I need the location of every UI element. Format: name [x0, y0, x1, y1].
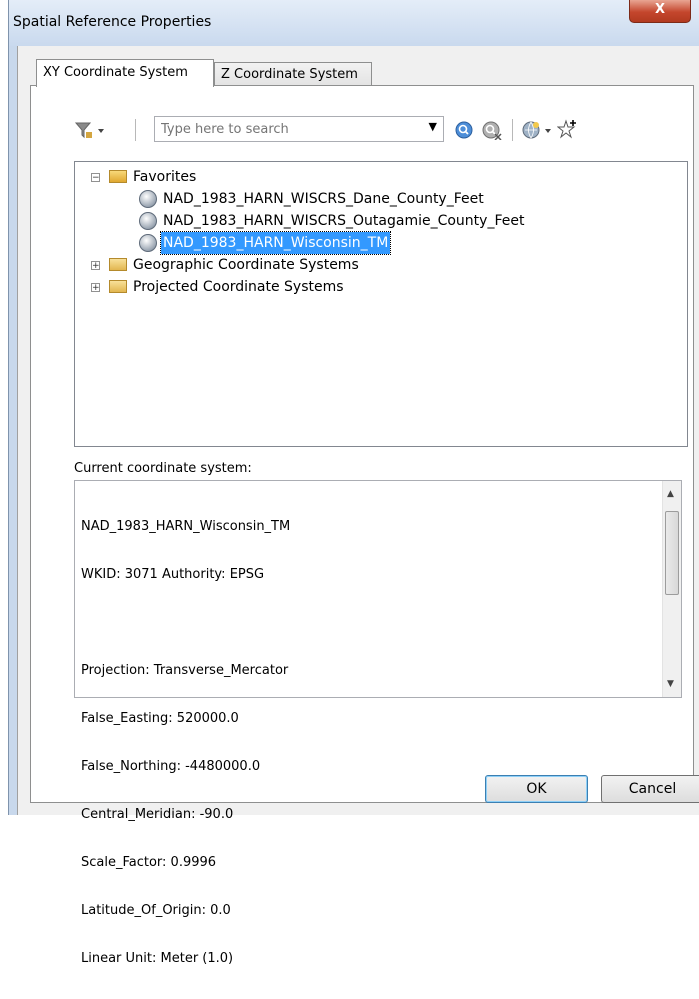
tab-label: Z Coordinate System	[221, 67, 358, 82]
window-title: Spatial Reference Properties	[13, 14, 212, 30]
tree-node-geographic[interactable]: + Geographic Coordinate Systems	[75, 254, 675, 276]
current-coordinate-system-label: Current coordinate system:	[74, 461, 252, 476]
folder-icon	[109, 258, 127, 271]
details-line: False_Northing: -4480000.0	[81, 759, 261, 774]
dialog-client-area: XY Coordinate System Z Coordinate System…	[17, 46, 699, 966]
tree-node-favorite-item[interactable]: NAD_1983_HARN_WISCRS_Outagamie_County_Fe…	[75, 210, 675, 232]
close-icon: X	[654, 2, 666, 17]
tab-label: XY Coordinate System	[43, 65, 188, 80]
scroll-down-icon[interactable]: ▼	[667, 679, 674, 689]
tree-node-favorites[interactable]: − Favorites	[75, 166, 675, 188]
scroll-up-icon[interactable]: ▲	[667, 489, 674, 499]
close-button[interactable]: X	[629, 0, 691, 23]
collapse-icon[interactable]: −	[91, 173, 100, 183]
title-bar[interactable]: Spatial Reference Properties X	[9, 0, 699, 46]
ok-button-label: OK	[526, 781, 547, 797]
details-line	[81, 615, 290, 631]
filter-icon[interactable]	[74, 120, 108, 140]
details-line: Scale_Factor: 0.9996	[81, 855, 217, 870]
coordinate-system-tree[interactable]: − Favorites NAD_1983_HARN_WISCRS_Dane_Co…	[74, 161, 688, 447]
tree-node-label: NAD_1983_HARN_WISCRS_Dane_County_Feet	[163, 191, 484, 207]
globe-icon	[139, 234, 157, 252]
dialog-window: Spatial Reference Properties X XY Coordi…	[8, 0, 699, 966]
tab-xy-coordinate-system[interactable]: XY Coordinate System	[36, 59, 214, 87]
expand-icon[interactable]: +	[91, 283, 100, 293]
search-icon[interactable]	[454, 120, 474, 140]
clear-search-icon[interactable]	[481, 120, 503, 140]
details-line: False_Easting: 520000.0	[81, 711, 239, 726]
folder-icon	[109, 280, 127, 293]
search-input[interactable]	[155, 117, 427, 141]
tree-node-label: Favorites	[133, 169, 197, 185]
tab-z-coordinate-system[interactable]: Z Coordinate System	[214, 62, 372, 86]
coordinate-system-details[interactable]: NAD_1983_HARN_Wisconsin_TM WKID: 3071 Au…	[74, 480, 682, 966]
globe-add-icon[interactable]	[521, 120, 555, 140]
globe-icon	[139, 190, 157, 208]
tree-node-label: Projected Coordinate Systems	[133, 279, 344, 295]
details-line: Central_Meridian: -90.0	[81, 807, 234, 822]
toolbar-separator	[135, 119, 136, 141]
details-line: Latitude_Of_Origin: 0.0	[81, 903, 231, 918]
expand-icon[interactable]: +	[91, 261, 100, 271]
toolbar-separator	[512, 119, 513, 141]
globe-icon	[139, 212, 157, 230]
tree-node-favorite-item-selected[interactable]: NAD_1983_HARN_Wisconsin_TM	[75, 231, 675, 255]
tree-node-projected[interactable]: + Projected Coordinate Systems	[75, 276, 675, 298]
favorites-folder-icon	[109, 170, 127, 183]
details-line: Projection: Transverse_Mercator	[81, 663, 289, 678]
tree-node-label: NAD_1983_HARN_Wisconsin_TM	[159, 231, 392, 255]
details-line: Linear Unit: Meter (1.0)	[81, 951, 234, 966]
details-text: NAD_1983_HARN_Wisconsin_TM WKID: 3071 Au…	[81, 487, 290, 999]
scroll-thumb[interactable]	[665, 511, 679, 595]
search-box[interactable]: ▼	[154, 116, 444, 142]
details-line: NAD_1983_HARN_Wisconsin_TM	[81, 519, 291, 534]
details-line: WKID: 3071 Authority: EPSG	[81, 567, 265, 582]
cancel-button-label: Cancel	[628, 781, 677, 797]
search-history-dropdown-icon[interactable]: ▼	[429, 120, 437, 133]
details-scrollbar[interactable]: ▲ ▼	[662, 481, 681, 697]
ok-button[interactable]: OK	[485, 775, 588, 803]
tree-node-label: Geographic Coordinate Systems	[133, 257, 359, 273]
add-favorite-icon[interactable]	[557, 118, 579, 140]
cancel-button[interactable]: Cancel	[601, 775, 699, 803]
tree-node-favorite-item[interactable]: NAD_1983_HARN_WISCRS_Dane_County_Feet	[75, 188, 675, 210]
tree-node-label: NAD_1983_HARN_WISCRS_Outagamie_County_Fe…	[163, 213, 525, 229]
